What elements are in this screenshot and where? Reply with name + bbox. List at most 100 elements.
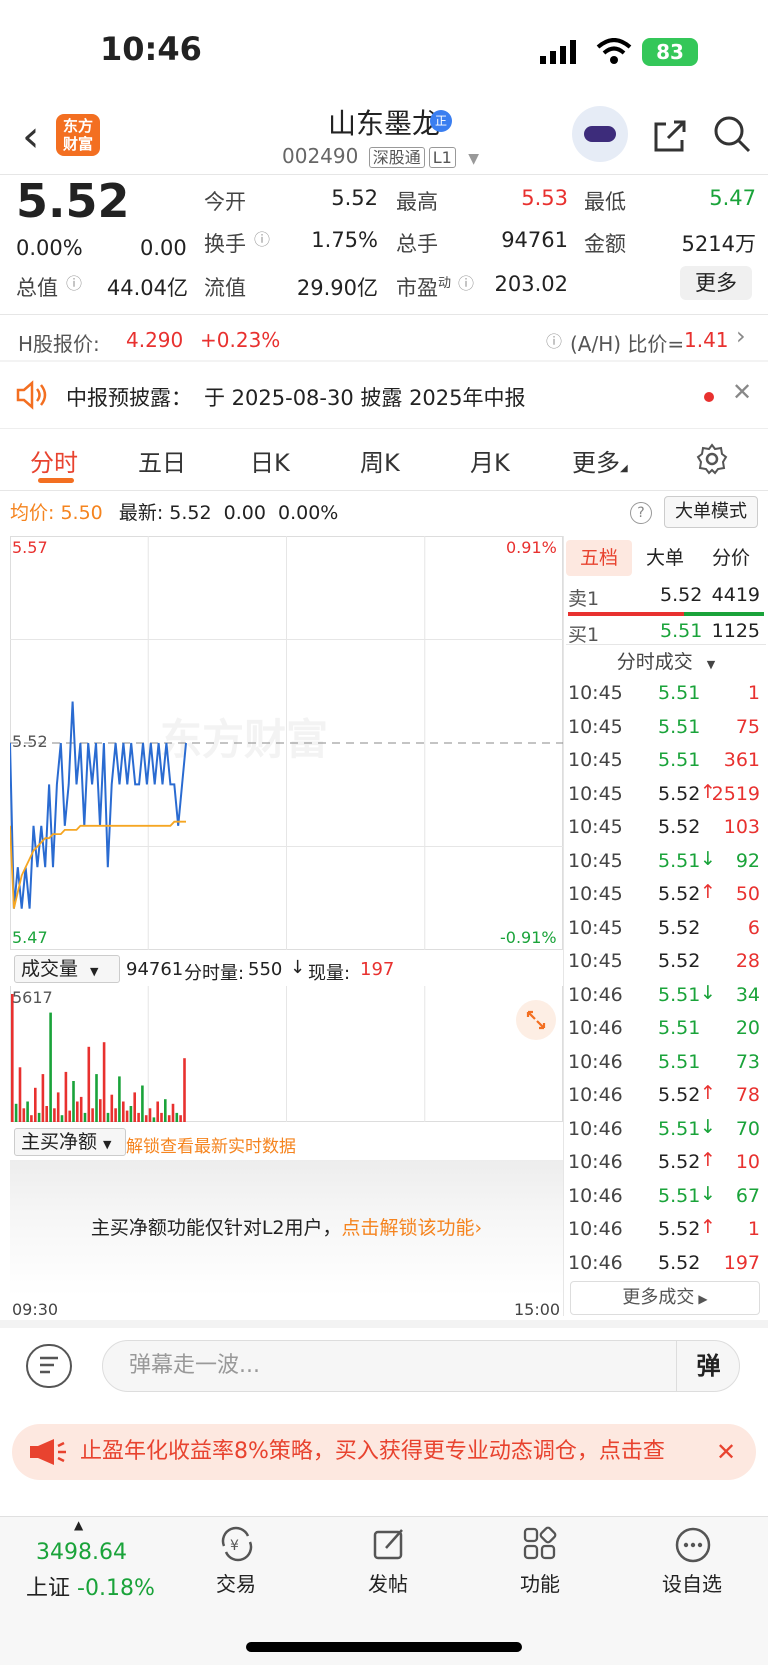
turnover-value: 1.75%	[311, 228, 378, 252]
info-icon[interactable]: ⓘ	[254, 226, 270, 250]
more-quote-button[interactable]: 更多	[680, 266, 752, 300]
volume-bar	[68, 1110, 71, 1122]
divider	[0, 490, 768, 491]
arrow-up-icon: ↑	[700, 1082, 716, 1104]
pe-label: 市盈动	[396, 272, 451, 302]
trade-volume: 50	[735, 883, 760, 905]
post-icon[interactable]	[372, 1526, 408, 1562]
volume-bar	[60, 1115, 64, 1122]
buy1-price: 5.51	[660, 620, 703, 642]
trades-header[interactable]: 分时成交 ▼	[566, 644, 766, 674]
search-icon[interactable]	[712, 114, 752, 154]
trade-time: 10:45	[568, 682, 623, 704]
netbuy-locked-panel[interactable]: 主买净额功能仅针对L2用户，点击解锁该功能›	[10, 1160, 563, 1296]
comments-icon[interactable]	[26, 1344, 72, 1388]
tab-order-book[interactable]: 五档	[566, 540, 632, 576]
index-value[interactable]: 3498.64	[36, 1540, 127, 1565]
trade-time: 10:46	[568, 1117, 623, 1140]
verified-badge: 正	[430, 110, 452, 132]
tab-5day[interactable]: 五日	[138, 443, 186, 478]
trade-row: 10:46 5.51 ↓ 70	[568, 1114, 764, 1148]
help-icon[interactable]: ⓘ	[546, 328, 562, 352]
dropdown-icon: ▼	[706, 658, 716, 671]
volume-value: 94761	[501, 228, 568, 252]
volume-bar	[125, 1110, 129, 1122]
tab-price-dist[interactable]: 分价	[698, 540, 764, 576]
more-dots-icon[interactable]	[674, 1526, 712, 1564]
ai-assistant-avatar[interactable]	[572, 106, 628, 162]
notice-bar[interactable]: 中报预披露： 于 2025-08-30 披露 2025年中报 ✕	[0, 362, 768, 430]
nav-trade[interactable]: 交易	[186, 1568, 286, 1597]
arrow-down-icon: ↓	[700, 1182, 716, 1205]
unlock-link[interactable]: 点击解锁该功能	[342, 1217, 475, 1239]
info-icon[interactable]: ⓘ	[458, 270, 474, 294]
high-value: 5.53	[521, 186, 568, 210]
indicator-select[interactable]: 成交量 ▼	[14, 955, 120, 983]
share-icon[interactable]	[652, 118, 688, 154]
volume-bar	[148, 1108, 152, 1122]
volume-chart[interactable]	[10, 986, 563, 1122]
info-icon[interactable]: ⓘ	[66, 270, 82, 294]
tab-daily-k[interactable]: 日K	[250, 443, 290, 478]
trade-volume: 92	[735, 849, 760, 872]
volume-bar	[18, 1067, 22, 1122]
trade-volume: 2519	[711, 782, 760, 805]
nav-functions[interactable]: 功能	[490, 1568, 590, 1597]
volume-bar	[41, 1074, 45, 1122]
tab-more-label: 更多	[572, 449, 620, 477]
battery-indicator: 83	[642, 38, 698, 66]
trade-row: 10:45 5.51 1	[568, 678, 764, 712]
h-share-row[interactable]: H股报价: 4.290 +0.23% ⓘ (A/H) 比价= 1.41 ›	[0, 318, 768, 360]
close-icon[interactable]: ✕	[716, 1424, 736, 1480]
level-tag: L1	[428, 147, 456, 168]
trade-volume: 103	[723, 816, 760, 838]
chevron-right-icon: ›	[474, 1217, 483, 1239]
ad-text: 止盈年化收益率8%策略，买入获得更专业动态调仓，点击查	[80, 1439, 665, 1464]
ad-banner[interactable]: 止盈年化收益率8%策略，买入获得更专业动态调仓，点击查 ✕	[12, 1424, 756, 1480]
unlock-tip[interactable]: 解锁查看最新实时数据	[126, 1132, 296, 1157]
tab-big-orders[interactable]: 大单	[632, 540, 698, 576]
trade-volume: 28	[735, 950, 760, 972]
netbuy-message: 主买净额功能仅针对L2用户，	[90, 1217, 342, 1239]
trade-row: 10:46 5.52 197	[568, 1248, 764, 1282]
trade-row: 10:46 5.51 73	[568, 1047, 764, 1081]
index-line[interactable]: 上证 -0.18%	[26, 1570, 155, 1602]
trade-row: 10:46 5.52 ↑ 10	[568, 1147, 764, 1181]
help-icon[interactable]: ?	[630, 502, 652, 524]
trade-volume: 70	[735, 1117, 760, 1140]
volume-bar	[164, 1099, 167, 1122]
trade-price: 5.51	[658, 1050, 701, 1073]
h-share-change: +0.23%	[200, 328, 281, 352]
more-trades-button[interactable]: 更多成交 ▶	[570, 1281, 760, 1315]
big-order-mode-button[interactable]: 大单模式	[664, 496, 758, 528]
intraday-price-chart[interactable]	[10, 536, 563, 950]
index-change: -0.18%	[77, 1576, 155, 1601]
nav-post[interactable]: 发帖	[338, 1568, 438, 1597]
trade-volume: 10	[735, 1151, 760, 1173]
trade-price: 5.51	[658, 1184, 701, 1207]
trade-icon[interactable]: ¥	[218, 1526, 256, 1562]
tab-more[interactable]: 更多◢	[572, 443, 628, 478]
arrow-down-icon: ↓	[290, 957, 306, 978]
settings-gear-icon[interactable]	[696, 443, 728, 475]
tab-intraday[interactable]: 分时	[30, 443, 78, 478]
tab-weekly-k[interactable]: 周K	[360, 443, 400, 478]
close-icon[interactable]: ✕	[732, 378, 752, 406]
sell1-row[interactable]: 卖1 5.52 4419	[568, 580, 764, 614]
stock-code-line[interactable]: 002490 深股通 L1 ▼	[282, 144, 479, 168]
expand-icon[interactable]	[516, 1000, 556, 1040]
dropdown-icon: ▼	[90, 965, 99, 978]
danmu-toggle-button[interactable]: 弹	[676, 1340, 740, 1392]
tab-monthly-k[interactable]: 月K	[470, 443, 510, 478]
netbuy-select[interactable]: 主买净额 ▼	[14, 1128, 126, 1156]
chevron-down-icon: ▼	[468, 151, 479, 167]
nav-add-watchlist[interactable]: 设自选	[642, 1568, 742, 1597]
trade-time: 10:46	[568, 1218, 623, 1240]
trade-price: 5.52	[658, 1151, 701, 1173]
volume-bar	[37, 1112, 41, 1122]
danmu-input[interactable]: 弹幕走一波...	[102, 1340, 740, 1392]
trade-time: 10:45	[568, 715, 623, 738]
volume-bar	[53, 1108, 56, 1122]
h-share-label: H股报价:	[18, 332, 100, 356]
functions-icon[interactable]	[522, 1526, 558, 1562]
